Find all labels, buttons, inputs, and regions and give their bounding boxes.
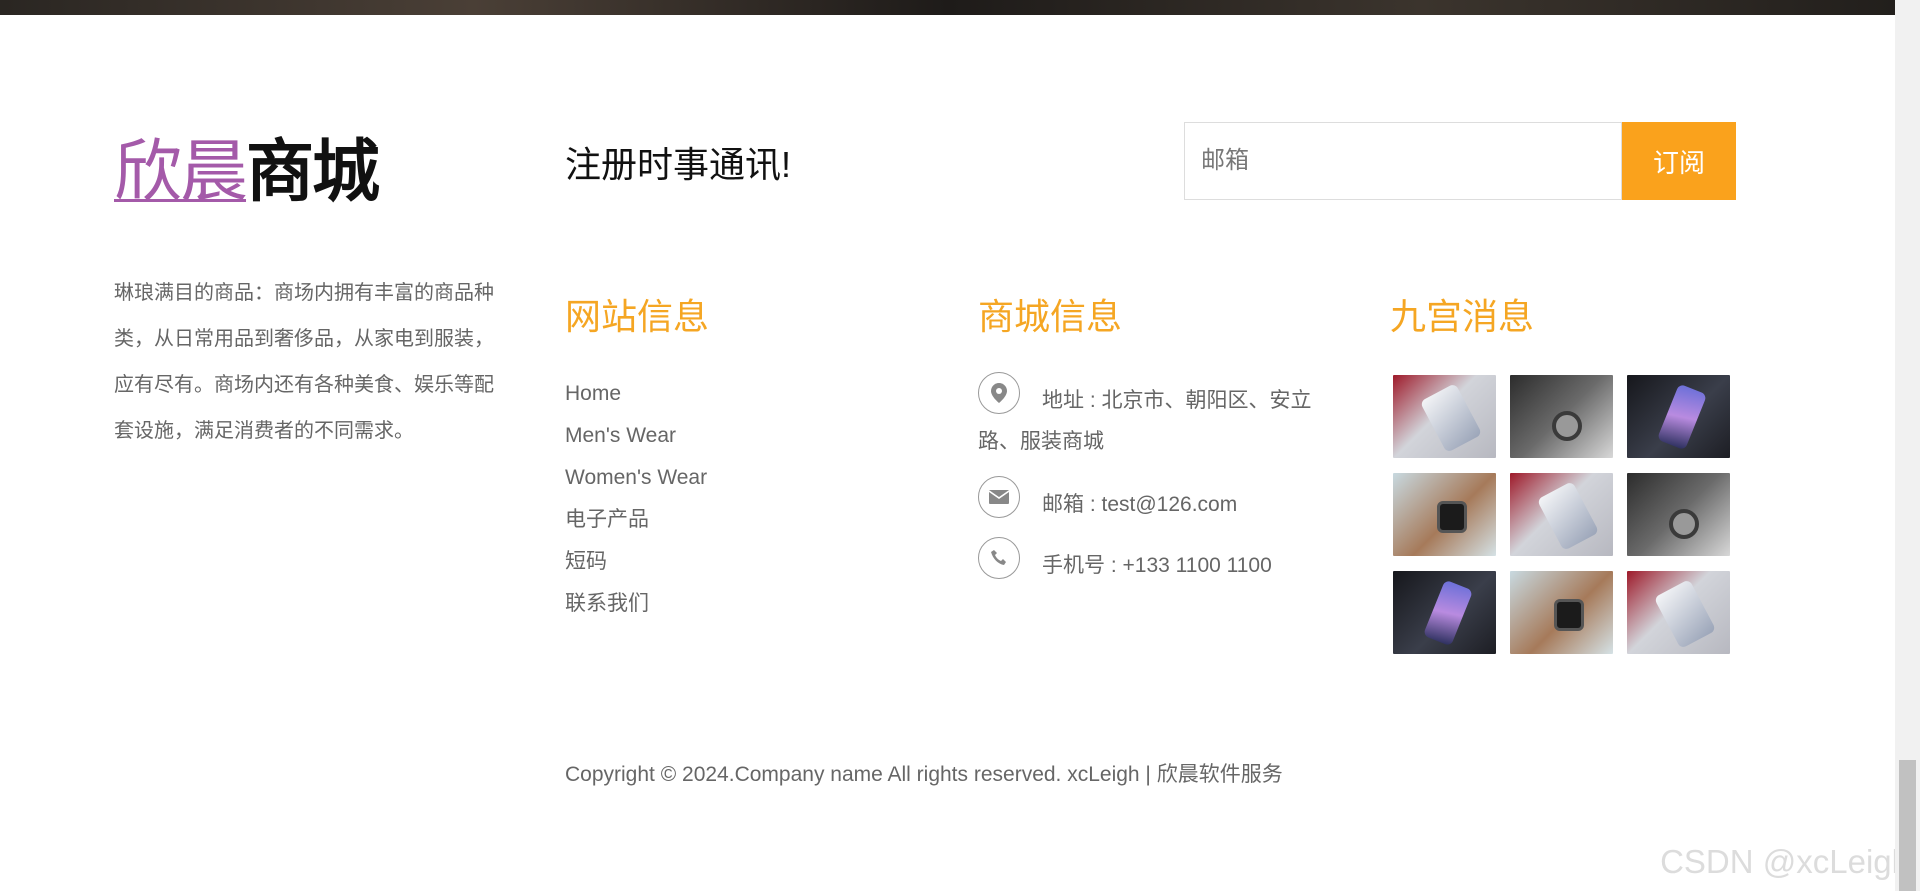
- gallery-thumb[interactable]: [1393, 571, 1496, 654]
- link-home[interactable]: Home: [565, 375, 707, 417]
- copyright-text: Copyright © 2024.Company name All rights…: [565, 763, 1283, 786]
- gallery-thumb[interactable]: [1627, 375, 1730, 458]
- logo-main-text: 商城: [246, 132, 380, 212]
- address-text: 地址 : 北京市、朝阳区、安立路、服装商城: [978, 389, 1312, 453]
- gallery-thumb[interactable]: [1393, 375, 1496, 458]
- email-text[interactable]: 邮箱 : test@126.com: [1042, 484, 1332, 525]
- link-contact-us[interactable]: 联系我们: [565, 585, 707, 627]
- phone-image: [1419, 383, 1483, 453]
- watch-image: [1437, 501, 1467, 533]
- watch-image: [1554, 599, 1584, 631]
- email-input[interactable]: [1184, 122, 1622, 200]
- gallery-thumb[interactable]: [1627, 473, 1730, 556]
- newsletter-title: 注册时事通讯!: [565, 144, 792, 185]
- watch-image: [1552, 411, 1582, 441]
- page: 欣晨商城 琳琅满目的商品：商场内拥有丰富的商品种类，从日常用品到奢侈品，从家电到…: [0, 0, 1920, 891]
- mall-info-title: 商城信息: [978, 296, 1123, 337]
- gallery-grid: [1393, 375, 1730, 654]
- link-shortcodes[interactable]: 短码: [565, 543, 707, 585]
- phone-image: [1422, 579, 1474, 647]
- phone-text[interactable]: 手机号 : +133 1100 1100: [1042, 545, 1332, 586]
- header-image-strip: [0, 0, 1895, 15]
- phone-image: [1656, 383, 1708, 451]
- logo[interactable]: 欣晨商城: [114, 132, 380, 213]
- site-info-links: Home Men's Wear Women's Wear 电子产品 短码 联系我…: [565, 375, 707, 627]
- subscribe-button[interactable]: 订阅: [1622, 122, 1736, 200]
- gallery-thumb[interactable]: [1510, 571, 1613, 654]
- phone-icon: [978, 537, 1020, 579]
- newsletter-form: 订阅: [1184, 122, 1736, 202]
- logo-accent-text: 欣晨: [114, 133, 248, 212]
- link-electronics[interactable]: 电子产品: [565, 501, 707, 543]
- scrollbar-thumb[interactable]: [1899, 760, 1916, 891]
- link-mens-wear[interactable]: Men's Wear: [565, 417, 707, 459]
- phone-image: [1536, 481, 1600, 551]
- scrollbar[interactable]: [1895, 0, 1920, 891]
- about-text: 琳琅满目的商品：商场内拥有丰富的商品种类，从日常用品到奢侈品，从家电到服装，应有…: [114, 282, 494, 442]
- watch-image: [1669, 509, 1699, 539]
- site-info-title: 网站信息: [565, 296, 710, 337]
- gallery-thumb[interactable]: [1627, 571, 1730, 654]
- gallery-thumb[interactable]: [1393, 473, 1496, 556]
- gallery-thumb[interactable]: [1510, 473, 1613, 556]
- link-womens-wear[interactable]: Women's Wear: [565, 459, 707, 501]
- phone-image: [1653, 579, 1717, 649]
- mail-icon: [978, 476, 1020, 518]
- watermark: CSDN @xcLeigh: [1660, 843, 1910, 880]
- gallery-title: 九宫消息: [1390, 296, 1535, 337]
- gallery-thumb[interactable]: [1510, 375, 1613, 458]
